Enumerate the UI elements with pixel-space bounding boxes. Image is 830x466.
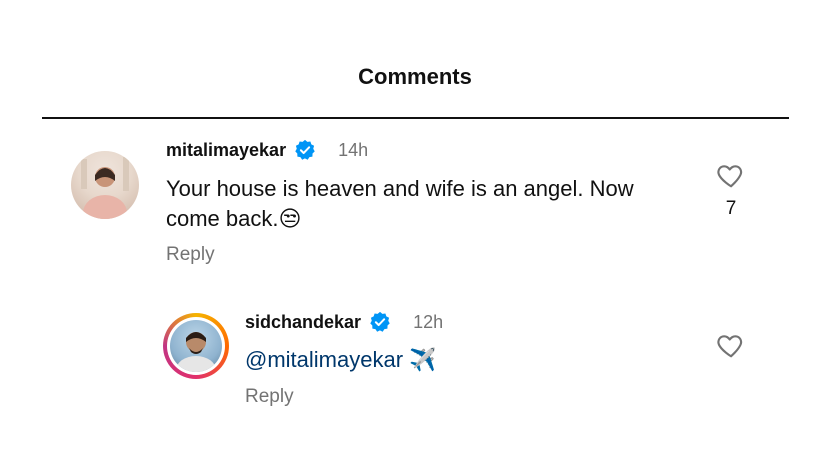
page-title: Comments [358, 64, 472, 89]
comment-text: @mitalimayekar ✈️ [245, 345, 437, 375]
avatar-border [167, 317, 225, 375]
comment-text-line: Your house is heaven and wife is an ange… [166, 176, 634, 201]
verified-badge-icon [370, 311, 390, 332]
reply-button[interactable]: Reply [245, 386, 294, 408]
verified-badge-icon [295, 139, 315, 160]
avatar [170, 320, 222, 372]
heart-outline-icon[interactable] [715, 330, 747, 360]
username[interactable]: mitalimayekar [166, 138, 286, 162]
comment-text: Your house is heaven and wife is an ange… [166, 174, 634, 234]
mention-link[interactable]: @mitalimayekar [245, 347, 403, 372]
timestamp: 14h [338, 140, 369, 160]
reply-button[interactable]: Reply [166, 244, 215, 266]
timestamp: 12h [413, 312, 444, 332]
unamused-emoji: 😒 [278, 206, 302, 231]
airplane-emoji: ✈️ [409, 347, 437, 372]
header-divider [42, 117, 789, 119]
comment-header: mitalimayekar 14h [166, 138, 368, 162]
comment-header: sidchandekar 12h [245, 310, 443, 334]
username[interactable]: sidchandekar [245, 310, 361, 334]
comment-text-fragment: come back. [166, 206, 279, 231]
avatar[interactable] [71, 151, 139, 219]
like-count: 7 [725, 198, 737, 219]
story-ring[interactable] [163, 313, 229, 379]
comment-text-line: come back.😒 [166, 204, 634, 234]
heart-outline-icon[interactable] [715, 160, 747, 190]
